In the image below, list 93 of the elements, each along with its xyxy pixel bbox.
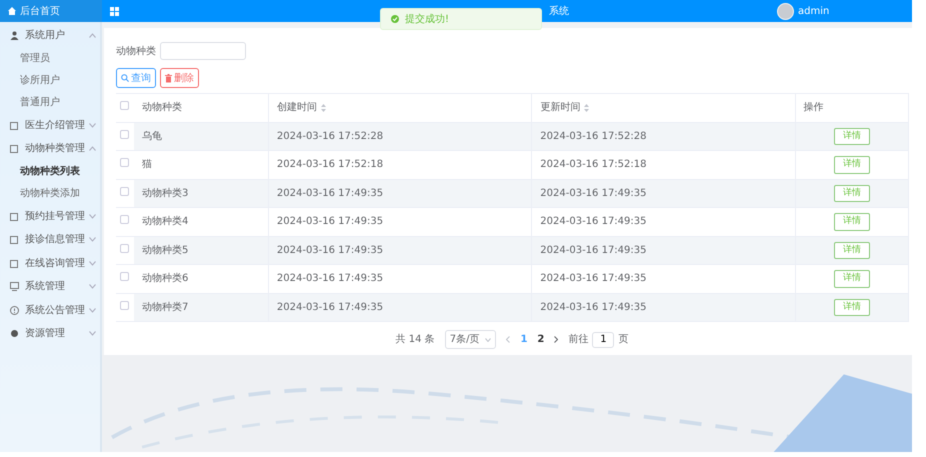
- folder-icon: [10, 120, 19, 130]
- caret-icon: [485, 338, 492, 342]
- trash-icon: [165, 74, 172, 82]
- sidebar-item[interactable]: 动物种类列表: [0, 160, 100, 182]
- search-icon: [121, 74, 129, 82]
- table-cell: 动物种类4: [142, 216, 188, 228]
- sidebar-item[interactable]: 普通用户: [0, 92, 100, 114]
- sidebar-group[interactable]: 资源管理: [0, 322, 100, 346]
- page-button[interactable]: 2: [537, 332, 544, 347]
- table-cell: 2024-03-16 17:49:35: [276, 273, 384, 284]
- search-field[interactable]: [160, 42, 246, 60]
- checkbox[interactable]: [120, 158, 129, 168]
- collapse-caret-icon: [89, 33, 96, 38]
- folder-icon: [10, 212, 19, 221]
- sidebar-group[interactable]: 动物种类管理: [0, 137, 100, 160]
- monitor-icon: [10, 282, 19, 292]
- delete-button[interactable]: 删除: [160, 68, 199, 88]
- expand-caret-icon: [89, 284, 96, 290]
- page-unit-label: 页: [618, 333, 628, 347]
- expand-caret-icon: [89, 237, 96, 242]
- collapse-caret-icon: [89, 146, 96, 152]
- page-button[interactable]: 1: [520, 332, 528, 347]
- chevron-left-icon: [506, 336, 510, 343]
- column-header: 操作: [804, 101, 824, 116]
- column-header: 创建时间: [276, 100, 326, 116]
- expand-caret-icon: [89, 260, 96, 266]
- home-icon: [8, 7, 16, 15]
- info-icon: [10, 306, 19, 315]
- sidebar-group[interactable]: 系统公告管理: [0, 298, 100, 322]
- total-count: 共 14 条: [396, 332, 435, 347]
- folder-icon: [10, 258, 19, 268]
- checkbox[interactable]: [120, 186, 129, 196]
- table-cell: 2024-03-16 17:52:18: [540, 159, 646, 170]
- sidebar-group[interactable]: 接诊信息管理: [0, 228, 100, 252]
- expand-caret-icon: [89, 331, 96, 336]
- expand-caret-icon: [89, 308, 96, 313]
- sidebar-group[interactable]: 在线咨询管理: [0, 252, 100, 275]
- checkbox[interactable]: [120, 272, 129, 282]
- table-cell: 2024-03-16 17:49:35: [540, 273, 646, 284]
- menu-icon: [110, 6, 119, 16]
- folder-icon: [10, 235, 19, 244]
- table-cell: 2024-03-16 17:49:35: [276, 216, 384, 228]
- table-cell: 猫: [142, 159, 152, 170]
- table-cell: 2024-03-16 17:49:35: [276, 188, 384, 199]
- table-cell: 动物种类7: [142, 302, 188, 313]
- table-cell: 2024-03-16 17:49:35: [276, 302, 384, 313]
- sidebar-group[interactable]: 医生介绍管理: [0, 114, 100, 137]
- table-cell: 2024-03-16 17:49:35: [540, 244, 646, 256]
- dot-icon: [10, 329, 19, 338]
- expand-caret-icon: [89, 214, 96, 219]
- sidebar-group[interactable]: 系统管理: [0, 275, 100, 298]
- checkbox[interactable]: [120, 215, 129, 224]
- page-title: 系统: [549, 4, 569, 18]
- sidebar-group[interactable]: 系统用户: [0, 24, 100, 48]
- sort-icon: [320, 104, 326, 112]
- table-cell: 2024-03-16 17:49:35: [276, 244, 384, 256]
- chevron-right-icon: [554, 336, 558, 343]
- table-cell: 2024-03-16 17:52:28: [540, 130, 646, 142]
- checkbox[interactable]: [120, 244, 129, 253]
- sidebar-item[interactable]: 诊所用户: [0, 70, 100, 92]
- search-button[interactable]: 查询: [116, 68, 156, 88]
- toast-message: 提交成功!: [405, 12, 450, 26]
- table-cell: 2024-03-16 17:49:35: [540, 302, 646, 313]
- avatar: [777, 2, 794, 20]
- table-cell: 2024-03-16 17:49:35: [540, 216, 646, 228]
- next-page-button[interactable]: [554, 336, 558, 343]
- table-cell: 2024-03-16 17:52:18: [276, 159, 384, 170]
- user-name: admin: [798, 4, 830, 18]
- home-link[interactable]: 后台首页: [0, 0, 102, 22]
- folder-icon: [10, 144, 19, 154]
- table-cell: 2024-03-16 17:49:35: [540, 188, 646, 199]
- table-cell: 动物种类3: [142, 188, 188, 199]
- checkbox[interactable]: [120, 130, 129, 139]
- sort-icon: [584, 104, 590, 112]
- table-cell: 2024-03-16 17:52:28: [276, 130, 384, 142]
- checkbox[interactable]: [120, 300, 129, 310]
- table-cell: 动物种类5: [142, 244, 188, 256]
- table-cell: 乌龟: [142, 130, 162, 142]
- checkbox[interactable]: [120, 101, 129, 110]
- sidebar-group[interactable]: 预约挂号管理: [0, 204, 100, 228]
- page-size-select[interactable]: 7条/页: [444, 330, 496, 349]
- sidebar-item[interactable]: 动物种类添加: [0, 182, 100, 204]
- prev-page-button[interactable]: [506, 336, 510, 343]
- column-header: 更新时间: [540, 100, 590, 116]
- expand-caret-icon: [89, 122, 96, 128]
- goto-label: 前往: [568, 332, 588, 347]
- column-header: 动物种类: [142, 100, 182, 116]
- table-cell: 动物种类6: [142, 273, 188, 284]
- page-number-field[interactable]: 1: [592, 332, 614, 348]
- search-label: 动物种类: [116, 44, 156, 58]
- user-icon: [10, 31, 19, 40]
- sidebar-item[interactable]: 管理员: [0, 48, 100, 70]
- check-circle-icon: [391, 15, 399, 23]
